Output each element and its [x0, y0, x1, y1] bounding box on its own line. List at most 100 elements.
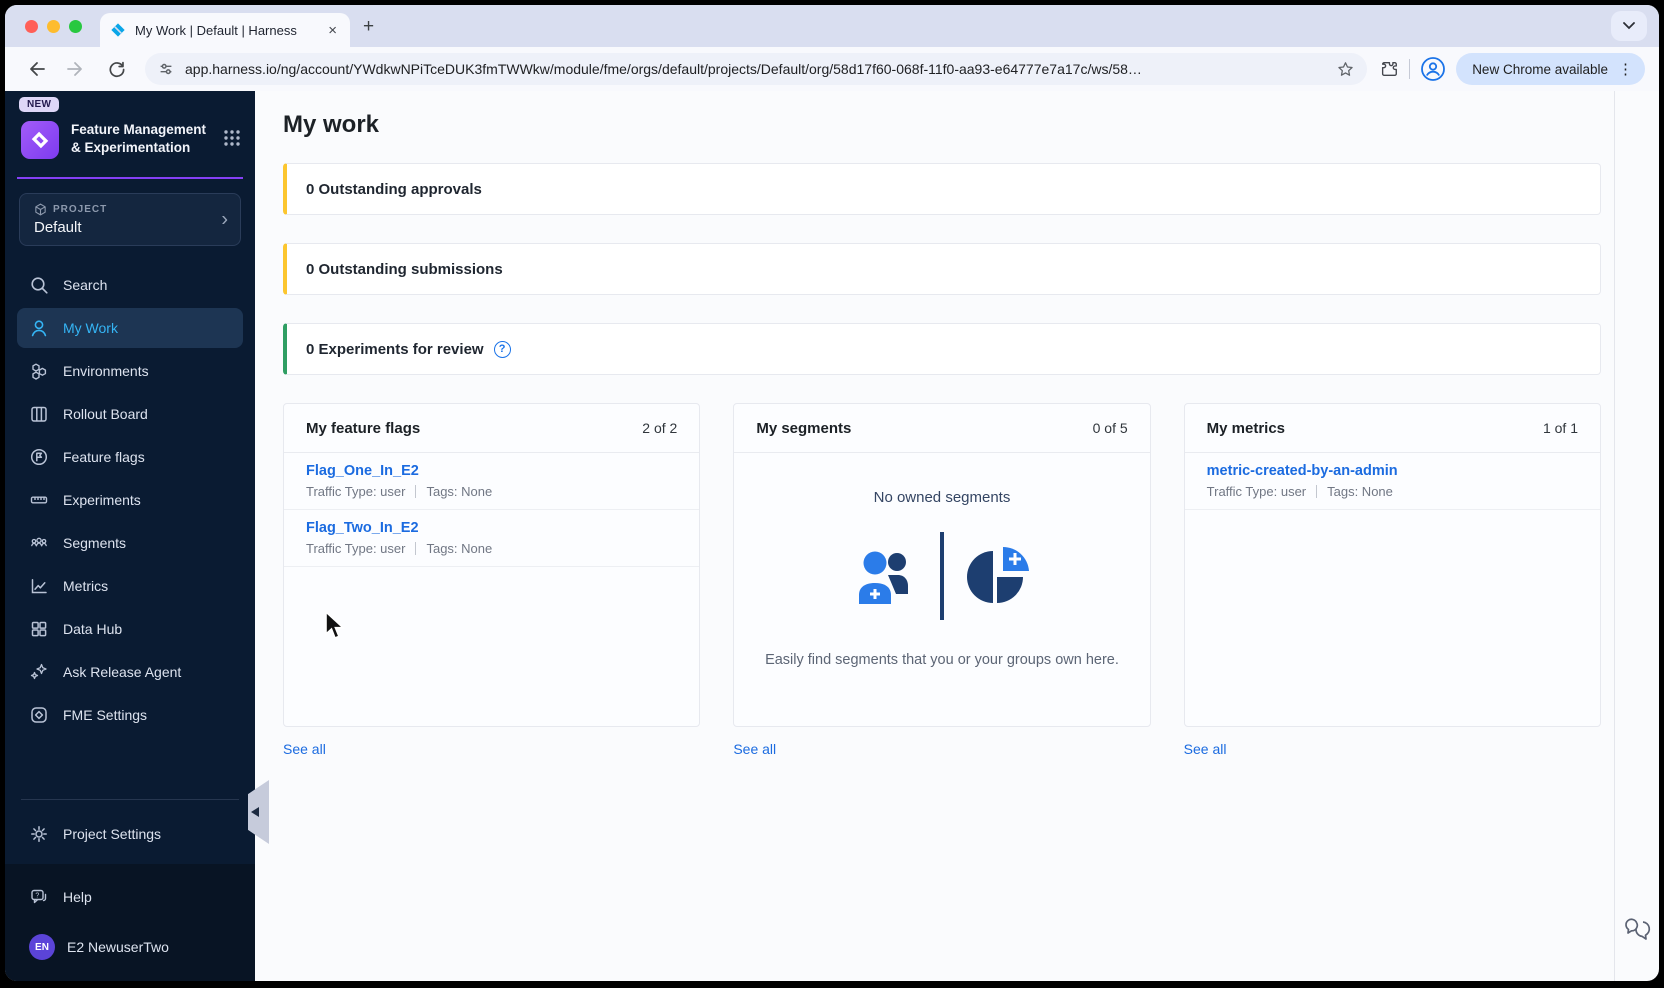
help-chat-icon: ?: [31, 889, 47, 904]
cube-icon: [35, 203, 46, 216]
forward-button[interactable]: [59, 52, 93, 86]
sidebar-item-experiments[interactable]: Experiments: [17, 480, 243, 520]
module-switcher-icon[interactable]: [223, 129, 241, 147]
sidebar-item-segments[interactable]: Segments: [17, 523, 243, 563]
ruler-icon: [30, 496, 48, 504]
sidebar-item-project-settings[interactable]: Project Settings: [17, 814, 243, 854]
project-label: PROJECT: [53, 204, 108, 215]
sidebar-item-my-work[interactable]: My Work: [17, 308, 243, 348]
sidebar-item-label: Data Hub: [63, 621, 123, 637]
sidebar-item-search[interactable]: Search: [17, 265, 243, 305]
new-chrome-available-button[interactable]: New Chrome available ⋮: [1456, 53, 1645, 85]
banner-text: 0 Experiments for review: [306, 340, 484, 358]
reload-button[interactable]: [99, 52, 133, 86]
browser-window: My Work | Default | Harness × + app.harn…: [5, 5, 1659, 981]
user-name: E2 NewuserTwo: [67, 939, 169, 955]
browser-tab[interactable]: My Work | Default | Harness ×: [100, 13, 350, 47]
sidebar-item-rollout-board[interactable]: Rollout Board: [17, 394, 243, 434]
card-count: 1 of 1: [1542, 420, 1578, 436]
harness-favicon: [111, 23, 125, 37]
bookmark-star-icon[interactable]: [1336, 60, 1355, 79]
sidebar-item-environments[interactable]: Environments: [17, 351, 243, 391]
see-all-metrics-link[interactable]: See all: [1184, 741, 1227, 757]
summary-cards: My feature flags 2 of 2 Flag_One_In_E2 T…: [283, 403, 1601, 727]
content-right-divider: [1614, 91, 1615, 981]
mouse-cursor: [325, 611, 346, 640]
sidebar-item-data-hub[interactable]: Data Hub: [17, 609, 243, 649]
meta-separator: [415, 542, 417, 555]
traffic-type: Traffic Type: user: [306, 484, 406, 499]
browser-toolbar: app.harness.io/ng/account/YWdkwNPiTceDUK…: [5, 47, 1659, 91]
fme-logo[interactable]: [21, 121, 59, 159]
sidebar-item-feature-flags[interactable]: Feature flags: [17, 437, 243, 477]
main-content: My work 0 Outstanding approvals 0 Outsta…: [255, 91, 1659, 981]
tab-search-button[interactable]: [1611, 11, 1647, 41]
card-count: 0 of 5: [1092, 420, 1128, 436]
sidebar-item-metrics[interactable]: Metrics: [17, 566, 243, 606]
meta-separator: [1316, 485, 1318, 498]
flag-row: Flag_One_In_E2 Traffic Type: user Tags: …: [284, 453, 700, 510]
traffic-type: Traffic Type: user: [306, 541, 406, 556]
url-bar[interactable]: app.harness.io/ng/account/YWdkwNPiTceDUK…: [145, 53, 1368, 85]
sidebar-item-label: My Work: [63, 320, 118, 336]
sidebar-footer: ? Help EN E2 NewuserTwo: [5, 864, 255, 981]
people-group-icon: [31, 537, 47, 547]
see-all-segments-link[interactable]: See all: [733, 741, 776, 757]
illustration-divider: [939, 532, 944, 620]
close-window-button[interactable]: [25, 19, 38, 33]
extensions-puzzle-icon[interactable]: [1379, 59, 1399, 79]
metric-row: metric-created-by-an-admin Traffic Type:…: [1184, 453, 1600, 510]
person-icon: [31, 320, 47, 337]
flag-link[interactable]: Flag_Two_In_E2: [306, 520, 419, 536]
grid-squares-icon: [31, 621, 47, 637]
banner-outstanding-approvals[interactable]: 0 Outstanding approvals: [283, 163, 1601, 215]
sidebar-item-fme-settings[interactable]: FME Settings: [17, 695, 243, 735]
card-my-feature-flags: My feature flags 2 of 2 Flag_One_In_E2 T…: [283, 403, 701, 727]
tags: Tags: None: [426, 541, 493, 556]
sidebar-item-label: Segments: [63, 535, 127, 551]
flag-circle-icon: [30, 448, 48, 466]
metric-link[interactable]: metric-created-by-an-admin: [1207, 463, 1398, 479]
tab-close-icon[interactable]: ×: [325, 22, 340, 39]
project-name: Default: [34, 219, 82, 236]
new-badge: NEW: [19, 97, 60, 112]
sidebar-item-label: Ask Release Agent: [63, 664, 182, 680]
tab-strip: My Work | Default | Harness × +: [5, 5, 1659, 47]
collapse-arrow-icon: [251, 807, 259, 817]
sidebar-divider: [21, 799, 239, 800]
help-button[interactable]: ? Help: [17, 877, 243, 917]
avatar: EN: [29, 934, 55, 960]
flag-link[interactable]: Flag_One_In_E2: [306, 463, 419, 479]
profile-icon[interactable]: [1420, 56, 1446, 82]
tab-title: My Work | Default | Harness: [135, 22, 297, 38]
add-segment-pie-icon: [966, 546, 1029, 603]
line-chart-icon: [31, 579, 47, 594]
site-info-icon[interactable]: [157, 60, 175, 78]
back-button[interactable]: [19, 52, 53, 86]
see-all-flags-link[interactable]: See all: [283, 741, 326, 757]
project-selector[interactable]: PROJECT Default ›: [19, 193, 241, 246]
segments-illustration: [852, 532, 1032, 620]
chrome-menu-icon[interactable]: ⋮: [1618, 60, 1633, 78]
card-my-segments: My segments 0 of 5 No owned segments Eas…: [733, 403, 1151, 727]
help-icon[interactable]: ?: [493, 340, 511, 358]
new-tab-button[interactable]: +: [363, 17, 374, 36]
segments-empty-state: No owned segments Easily find segments t…: [734, 453, 1149, 672]
url-text[interactable]: app.harness.io/ng/account/YWdkwNPiTceDUK…: [185, 61, 1326, 77]
search-icon: [31, 277, 48, 294]
sparkles-icon: [30, 663, 47, 680]
banner-outstanding-submissions[interactable]: 0 Outstanding submissions: [283, 243, 1601, 295]
sidebar-item-label: Experiments: [63, 492, 141, 508]
tags: Tags: None: [426, 484, 493, 499]
gear-icon: [31, 826, 47, 842]
sidebar-item-label: Project Settings: [63, 826, 162, 842]
minimize-window-button[interactable]: [47, 19, 60, 33]
forward-arrow-icon: [67, 62, 82, 76]
sidebar-item-ask-release-agent[interactable]: Ask Release Agent: [17, 652, 243, 692]
banner-experiments-for-review[interactable]: 0 Experiments for review ?: [283, 323, 1601, 375]
tags: Tags: None: [1327, 484, 1393, 499]
feedback-chat-icon[interactable]: [1623, 915, 1651, 943]
zoom-window-button[interactable]: [69, 19, 82, 33]
user-menu[interactable]: EN E2 NewuserTwo: [17, 925, 243, 969]
svg-text:?: ?: [35, 893, 39, 900]
